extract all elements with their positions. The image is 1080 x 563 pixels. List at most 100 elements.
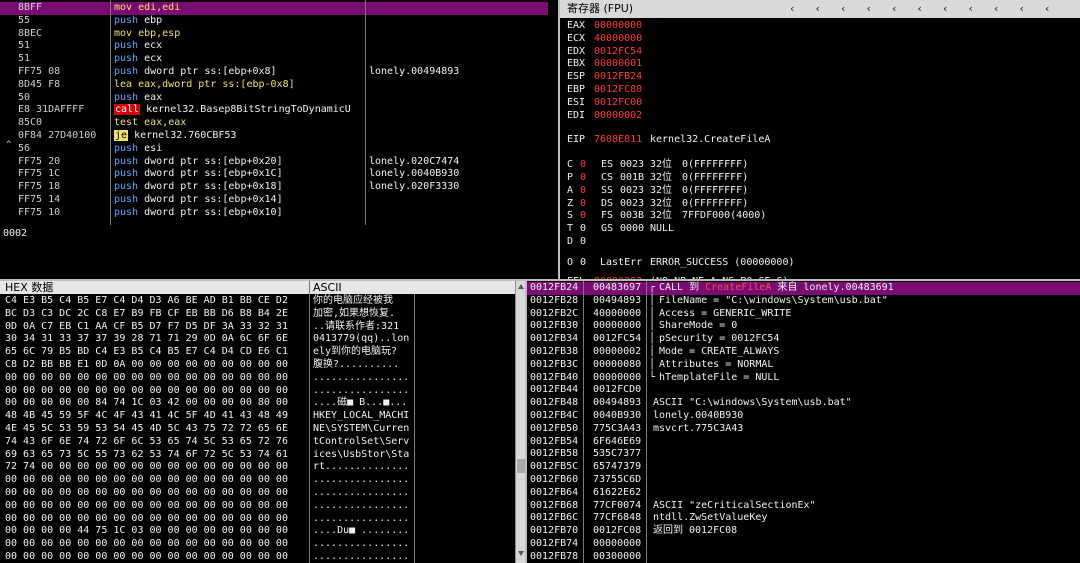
stack-address[interactable]: 0012FB58 — [530, 448, 578, 461]
stack-pane[interactable]: 0012FB24 00483697 ┌ CALL 到 CreateFileA 来自 l… — [527, 281, 1080, 563]
stack-row[interactable]: 0012FB24 00483697 ┌ CALL 到 CreateFileA 来自 l… — [527, 282, 1080, 295]
stack-address[interactable]: 0012FB24 — [530, 282, 578, 295]
dump-row[interactable]: 30 34 31 33 37 37 39 28 71 71 29 0D 0A 6… — [0, 333, 515, 346]
stack-value[interactable]: 535C7377 — [593, 448, 641, 461]
register-row[interactable]: EDX 0012FC54 — [560, 46, 1080, 59]
disasm-row[interactable]: 8D45 F8 lea eax,dword ptr ss:[ebp-0x8] — [0, 79, 548, 92]
dump-ascii[interactable]: ................ — [313, 538, 409, 551]
dump-hex[interactable]: 00 00 00 00 44 75 1C 03 00 00 00 00 00 0… — [5, 525, 288, 538]
stack-row[interactable]: 0012FB30 00000000 │ ShareMode = 0 — [527, 320, 1080, 333]
register-value[interactable]: 40000000 — [594, 33, 642, 46]
dump-row[interactable]: 0D 0A C7 EB C1 AA CF B5 D7 F7 D5 DF 3A 3… — [0, 321, 515, 334]
dump-row[interactable]: 00 00 00 00 00 00 00 00 00 00 00 00 00 0… — [0, 487, 515, 500]
register-row[interactable]: EBX 00000001 — [560, 58, 1080, 71]
stack-value[interactable]: 0012FC54 — [593, 333, 641, 346]
register-value[interactable]: 0012FC54 — [594, 46, 642, 59]
stack-address[interactable]: 0012FB78 — [530, 551, 578, 563]
dump-ascii[interactable]: HKEY_LOCAL_MACHI — [313, 410, 409, 423]
stack-address[interactable]: 0012FB60 — [530, 474, 578, 487]
dump-hex[interactable]: C8 D2 BB BB E1 0D 0A 00 00 00 00 00 00 0… — [5, 359, 288, 372]
dump-hex[interactable]: 69 63 65 73 5C 55 73 62 53 74 6F 72 5C 5… — [5, 449, 288, 462]
stack-address[interactable]: 0012FB5C — [530, 461, 578, 474]
chevron-left-icon[interactable]: ‹ — [1045, 0, 1049, 18]
dump-row[interactable]: 65 6C 79 B5 BD C4 E3 B5 C4 B5 E7 C4 D4 C… — [0, 346, 515, 359]
flag-bit[interactable]: 0 — [580, 159, 586, 172]
dump-row[interactable]: 00 00 00 00 00 00 00 00 00 00 00 00 00 0… — [0, 513, 515, 526]
stack-value[interactable]: 77CF6848 — [593, 512, 641, 525]
stack-row[interactable]: 0012FB34 0012FC54 │ pSecurity = 0012FC54 — [527, 333, 1080, 346]
stack-value[interactable]: 00494893 — [593, 397, 641, 410]
disassembly-pane[interactable]: 8BFF mov edi,edi 55 push ebp 8BEC mov ebp,esp… — [0, 0, 548, 225]
register-value[interactable]: 00000001 — [594, 58, 642, 71]
stack-address[interactable]: 0012FB64 — [530, 487, 578, 500]
disasm-row[interactable]: FF75 18 push dword ptr ss:[ebp+0x18] lonel… — [0, 181, 548, 194]
register-row-eip[interactable]: EIP 7608E811 kernel32.CreateFileA — [560, 134, 1080, 147]
dump-hex[interactable]: 00 00 00 00 00 00 00 00 00 00 00 00 00 0… — [5, 551, 288, 563]
dump-ascii[interactable]: ices\UsbStor\Sta — [313, 449, 409, 462]
dump-row[interactable]: C8 D2 BB BB E1 0D 0A 00 00 00 00 00 00 0… — [0, 359, 515, 372]
chevron-left-icon[interactable]: ‹ — [994, 0, 998, 18]
disasm-row[interactable]: 56 push esi — [0, 143, 548, 156]
dump-scrollbar[interactable] — [515, 281, 525, 563]
stack-row[interactable]: 0012FB58 535C7377 — [527, 448, 1080, 461]
dump-row[interactable]: 00 00 00 00 00 00 00 00 00 00 00 00 00 0… — [0, 500, 515, 513]
stack-value[interactable]: 77CF0074 — [593, 500, 641, 513]
disasm-row[interactable]: 0F84 27D40100 je kernel32.760CBF53 — [0, 130, 548, 143]
dump-hex[interactable]: 30 34 31 33 37 37 39 28 71 71 29 0D 0A 6… — [5, 333, 288, 346]
stack-row[interactable]: 0012FB3C 00000080 │ Attributes = NORMAL — [527, 359, 1080, 372]
stack-value[interactable]: 00000000 — [593, 320, 641, 333]
stack-value[interactable]: 6F646E69 — [593, 436, 641, 449]
stack-value[interactable]: 0012FC08 — [593, 525, 641, 538]
scroll-down-icon[interactable] — [518, 551, 524, 556]
dump-hex[interactable]: 00 00 00 00 00 00 00 00 00 00 00 00 00 0… — [5, 474, 288, 487]
stack-row[interactable]: 0012FB28 00494893 │ FileName = "C:\windows\… — [527, 295, 1080, 308]
dump-hex[interactable]: 00 00 00 00 00 00 00 00 00 00 00 00 00 0… — [5, 385, 288, 398]
register-value[interactable]: 0012FC00 — [594, 97, 642, 110]
stack-row[interactable]: 0012FB44 0012FCD0 — [527, 384, 1080, 397]
dump-hex[interactable]: 74 43 6F 6E 74 72 6F 6C 53 65 74 5C 53 6… — [5, 436, 288, 449]
stack-address[interactable]: 0012FB34 — [530, 333, 578, 346]
dump-hex[interactable]: 48 4B 45 59 5F 4C 4F 43 41 4C 5F 4D 41 4… — [5, 410, 288, 423]
chevron-left-icon[interactable]: ‹ — [841, 0, 845, 18]
dump-row[interactable]: 00 00 00 00 00 00 00 00 00 00 00 00 00 0… — [0, 551, 515, 563]
disasm-row[interactable]: 51 push ecx — [0, 53, 548, 66]
flag-row[interactable]: T 0 GS 0000 NULL — [560, 223, 1080, 236]
flag-bit[interactable]: 0 — [580, 198, 586, 211]
stack-address[interactable]: 0012FB38 — [530, 346, 578, 359]
stack-address[interactable]: 0012FB28 — [530, 295, 578, 308]
stack-value[interactable]: 40000000 — [593, 308, 641, 321]
stack-address[interactable]: 0012FB44 — [530, 384, 578, 397]
dump-row[interactable]: 00 00 00 00 00 00 00 00 00 00 00 00 00 0… — [0, 372, 515, 385]
stack-address[interactable]: 0012FB50 — [530, 423, 578, 436]
stack-row[interactable]: 0012FB74 00000000 — [527, 538, 1080, 551]
flag-bit[interactable]: 0 — [580, 185, 586, 198]
dump-hex[interactable]: 4E 45 5C 53 59 53 54 45 4D 5C 43 75 72 7… — [5, 423, 288, 436]
flag-bit[interactable]: 0 — [580, 257, 586, 270]
stack-row[interactable]: 0012FB78 00300000 — [527, 551, 1080, 563]
disasm-row[interactable]: FF75 14 push dword ptr ss:[ebp+0x14] — [0, 194, 548, 207]
chevron-left-icon[interactable]: ‹ — [892, 0, 896, 18]
dump-ascii[interactable]: 加密,如果想恢复. — [313, 308, 395, 321]
disasm-row[interactable]: FF75 08 push dword ptr ss:[ebp+0x8] lonely… — [0, 66, 548, 79]
dump-hex[interactable]: 00 00 00 00 00 84 74 1C 03 42 00 00 00 0… — [5, 397, 288, 410]
stack-row[interactable]: 0012FB5C 65747379 — [527, 461, 1080, 474]
dump-hex[interactable]: BC D3 C3 DC 2C C8 E7 B9 FB CF EB BB D6 B… — [5, 308, 288, 321]
stack-row[interactable]: 0012FB70 0012FC08 返回到 0012FC08 — [527, 525, 1080, 538]
dump-ascii[interactable]: ....Du■ ........ — [313, 525, 409, 538]
stack-address[interactable]: 0012FB68 — [530, 500, 578, 513]
flag-bit[interactable]: 0 — [580, 236, 586, 249]
flag-bit[interactable]: 0 — [580, 223, 586, 236]
dump-hex[interactable]: 0D 0A C7 EB C1 AA CF B5 D7 F7 D5 DF 3A 3… — [5, 321, 288, 334]
chevron-left-icon[interactable]: ‹ — [867, 0, 871, 18]
dump-ascii[interactable]: ................ — [313, 487, 409, 500]
stack-address[interactable]: 0012FB30 — [530, 320, 578, 333]
disasm-row[interactable]: 51 push ecx — [0, 40, 548, 53]
stack-row[interactable]: 0012FB50 775C3A43 msvcrt.775C3A43 — [527, 423, 1080, 436]
stack-value[interactable]: 00000000 — [593, 538, 641, 551]
flag-row[interactable]: O 0 LastErr ERROR_SUCCESS (00000000) — [560, 257, 1080, 270]
dump-row[interactable]: 00 00 00 00 44 75 1C 03 00 00 00 00 00 0… — [0, 525, 515, 538]
dump-scroll-thumb[interactable] — [517, 459, 525, 473]
flag-row[interactable]: S 0 FS 003B 32位 7FFDF000(4000) — [560, 210, 1080, 223]
stack-value[interactable]: 65747379 — [593, 461, 641, 474]
register-row[interactable]: ECX 40000000 — [560, 33, 1080, 46]
